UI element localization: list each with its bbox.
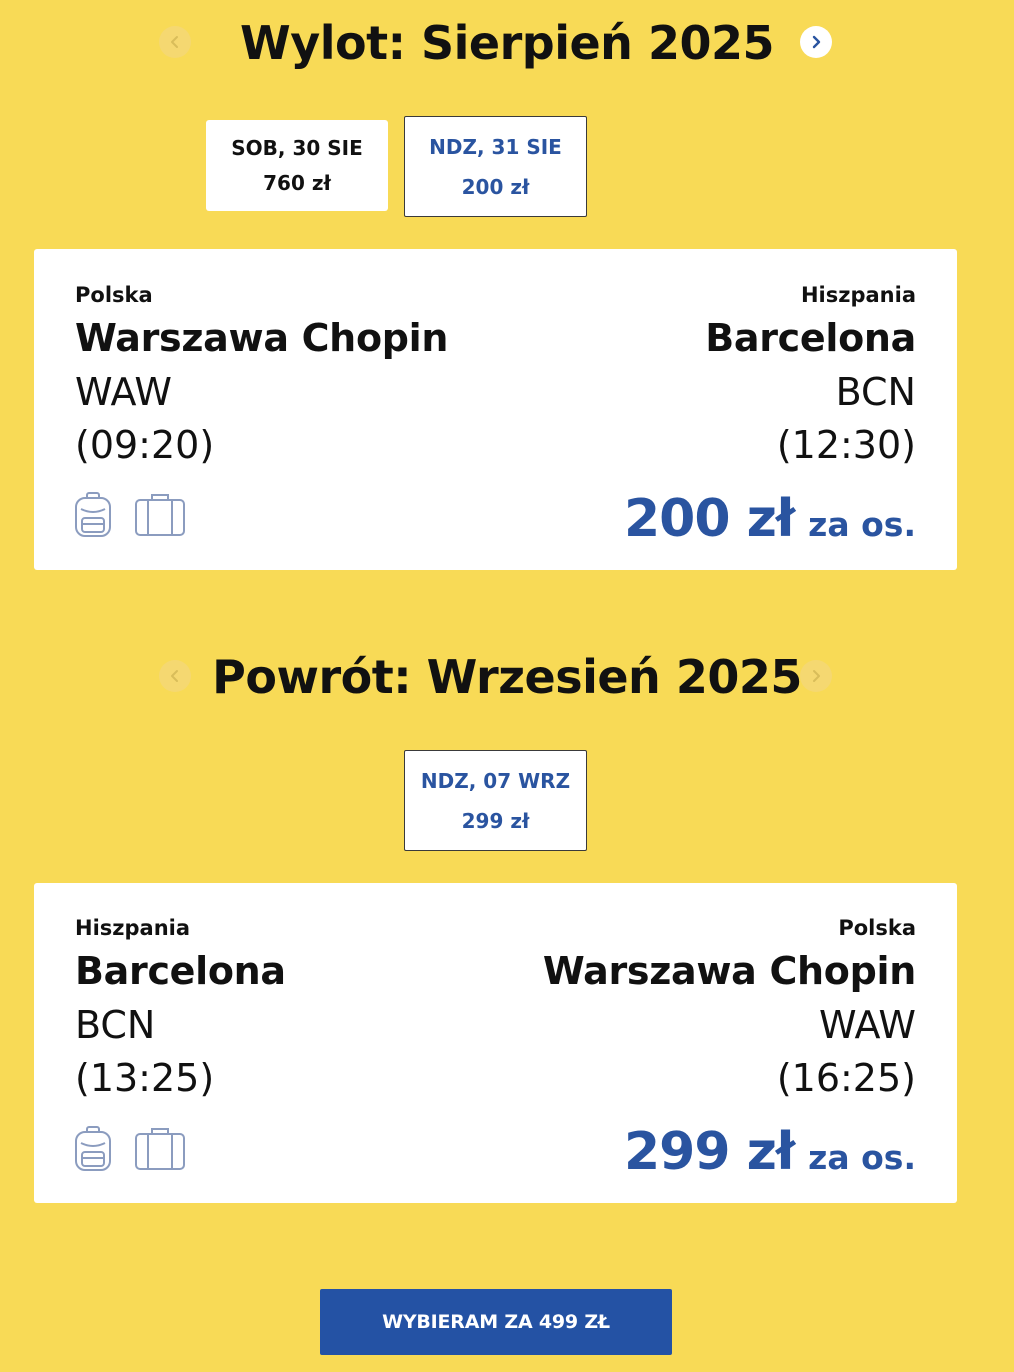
from-code: WAW [75,370,172,414]
backpack-icon [75,492,111,537]
price-per-person: za os. [808,505,916,544]
outbound-flight-card[interactable]: Polska Warszawa Chopin WAW (09:20) Hiszp… [34,249,957,570]
date-label: NDZ, 07 WRZ [420,769,571,793]
backpack-icon [75,1126,111,1171]
select-flights-button[interactable]: WYBIERAM ZA 499 ZŁ [320,1289,672,1355]
from-country: Hiszpania [75,916,191,940]
outbound-price: 200 zł za os. [624,493,916,545]
next-month-button[interactable] [800,660,832,692]
date-label: NDZ, 31 SIE [429,135,562,159]
suitcase-icon [135,494,185,536]
from-country: Polska [75,283,153,307]
date-tile-sat-30[interactable]: SOB, 30 SIE 760 zł [206,120,388,211]
return-month-title: Powrót: Wrzesień 2025 [212,650,802,704]
outbound-month-title: Wylot: Sierpień 2025 [240,16,774,70]
to-time: (16:25) [776,1056,916,1100]
to-time: (12:30) [776,423,916,467]
to-code: BCN [835,370,916,414]
return-flight-card[interactable]: Hiszpania Barcelona BCN (13:25) Polska W… [34,883,957,1203]
to-code: WAW [819,1003,916,1047]
date-price: 760 zł [263,171,331,195]
date-label: SOB, 30 SIE [231,136,363,160]
price-amount: 299 zł [623,1122,795,1182]
chevron-right-icon [812,35,821,49]
date-tile-sun-07[interactable]: NDZ, 07 WRZ 299 zł [404,750,587,851]
to-city: Barcelona [705,316,916,360]
date-price: 299 zł [461,809,530,833]
price-amount: 200 zł [623,489,795,549]
from-time: (13:25) [75,1056,215,1100]
to-city: Warszawa Chopin [542,949,916,993]
price-per-person: za os. [808,1138,916,1177]
to-country: Hiszpania [800,283,916,307]
from-time: (09:20) [75,423,215,467]
from-code: BCN [75,1003,156,1047]
from-city: Warszawa Chopin [75,316,449,360]
to-country: Polska [838,916,916,940]
from-city: Barcelona [75,949,286,993]
date-price: 200 zł [461,175,530,199]
date-tile-sun-31[interactable]: NDZ, 31 SIE 200 zł [404,116,587,217]
chevron-right-icon [813,670,820,682]
suitcase-icon [135,1128,185,1170]
return-price: 299 zł za os. [624,1126,916,1178]
next-month-button[interactable] [800,26,832,58]
